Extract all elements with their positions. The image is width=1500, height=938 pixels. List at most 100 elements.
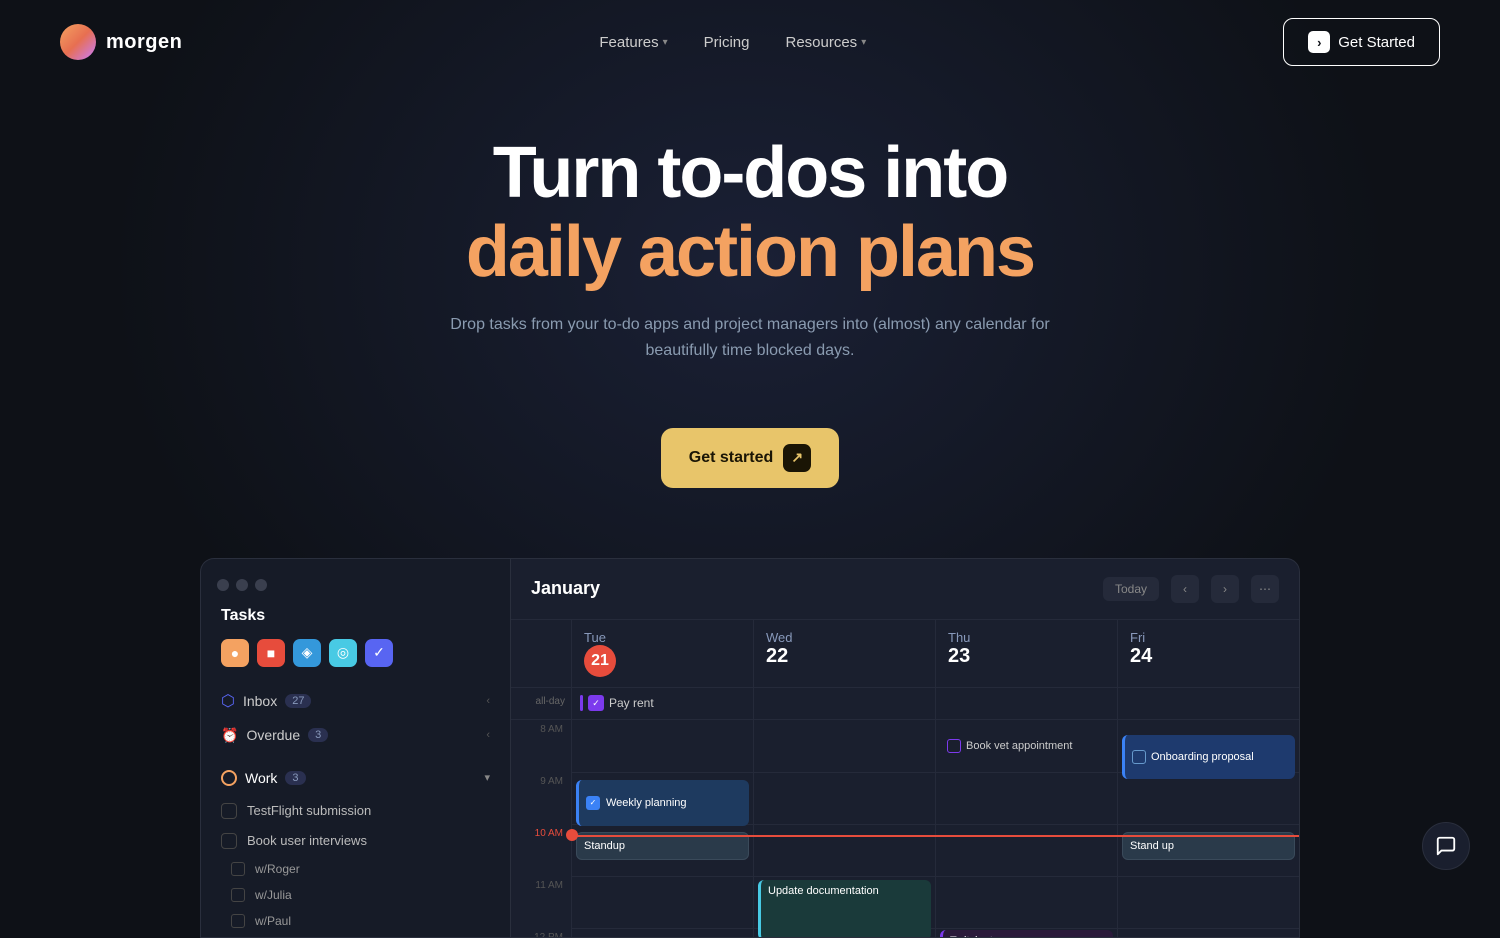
time-slots: 8 AM 9 AM 10 AM 11 AM 12 PM 1 PM	[511, 720, 571, 938]
allday-cell-tue: ✓ Pay rent	[571, 688, 753, 719]
time-col-header	[511, 620, 571, 687]
current-time-line	[571, 835, 1299, 837]
allday-label: all-day	[511, 688, 571, 719]
hour-line-3	[572, 876, 753, 877]
dot-green	[255, 579, 267, 591]
hour-line-thu-1	[936, 772, 1117, 773]
hour-line-1	[572, 772, 753, 773]
hour-line-wed-3	[754, 876, 935, 877]
inbox-icon: ⬡	[221, 691, 235, 711]
calendar-panel: January Today ‹ › ⋯ Tue 21 Wed 22 Thu 23…	[510, 558, 1300, 938]
event-twitch[interactable]: Twitch stream	[940, 930, 1113, 938]
chat-button[interactable]	[1422, 822, 1470, 870]
day-header-wed: Wed 22	[753, 620, 935, 687]
event-onboarding[interactable]: Onboarding proposal	[1122, 735, 1295, 779]
sub-checkbox-2[interactable]	[231, 888, 245, 902]
day-header-thu: Thu 23	[935, 620, 1117, 687]
get-started-button[interactable]: › Get Started	[1283, 18, 1440, 66]
cta-arrow-icon: ↗	[783, 444, 811, 472]
calendar-day-headers: Tue 21 Wed 22 Thu 23 Fri 24	[511, 620, 1299, 688]
sub-task-roger[interactable]: w/Roger	[221, 856, 490, 882]
time-11am: 11 AM	[511, 876, 571, 928]
hour-line-wed-1	[754, 772, 935, 773]
hero-title-line1: Turn to-dos into	[20, 134, 1480, 213]
task-item-interviews[interactable]: Book user interviews	[221, 826, 490, 856]
vet-checkbox-icon	[947, 739, 961, 753]
thursday-column: Book vet appointment Twitch stream	[935, 720, 1117, 938]
overdue-badge: 3	[308, 728, 328, 742]
nav-features[interactable]: Features ▾	[585, 26, 681, 59]
task-checkbox-2[interactable]	[221, 833, 237, 849]
window-controls	[201, 579, 510, 607]
sub-task-paul[interactable]: w/Paul	[221, 908, 490, 934]
work-circle-icon	[221, 770, 237, 786]
sub-checkbox-3[interactable]	[231, 914, 245, 928]
dot-red	[217, 579, 229, 591]
day-header-fri: Fri 24	[1117, 620, 1299, 687]
inbox-badge: 27	[285, 694, 311, 708]
hour-line-wed-2	[754, 824, 935, 825]
arrow-icon: ›	[1308, 31, 1330, 53]
event-weekly-planning[interactable]: ✓ Weekly planning	[576, 780, 749, 826]
allday-cell-wed	[753, 688, 935, 719]
tasks-panel-title: Tasks	[201, 607, 510, 639]
event-update-doc[interactable]: Update documentation	[758, 880, 931, 938]
resources-chevron-icon: ▾	[861, 37, 866, 48]
today-button[interactable]: Today	[1103, 577, 1159, 601]
nav-links: Features ▾ Pricing Resources ▾	[585, 26, 880, 59]
event-book-vet[interactable]: Book vet appointment	[940, 728, 1113, 764]
logo[interactable]: morgen	[60, 24, 182, 60]
next-button[interactable]: ›	[1211, 575, 1239, 603]
inbox-chevron: ‹	[486, 695, 490, 707]
hero-subtitle: Drop tasks from your to-do apps and proj…	[425, 312, 1075, 363]
hour-line-fri-3	[1118, 876, 1299, 877]
onboarding-check-icon	[1132, 750, 1146, 764]
nav-pricing[interactable]: Pricing	[690, 26, 764, 59]
brand-name: morgen	[106, 31, 182, 54]
inbox-header[interactable]: ⬡ Inbox 27 ‹	[221, 683, 490, 719]
task-item-testflight[interactable]: TestFlight submission	[221, 796, 490, 826]
hour-line-thu-3	[936, 876, 1117, 877]
calendar-month: January	[531, 578, 1091, 599]
wednesday-column: Update documentation	[753, 720, 935, 938]
hero-title-line2: daily action plans	[20, 213, 1480, 292]
time-10am: 10 AM	[511, 824, 571, 876]
hour-line-fri-2	[1118, 824, 1299, 825]
event-weekly-check-icon: ✓	[586, 796, 600, 810]
app-icon-2: ■	[257, 639, 285, 667]
app-icon-1: ●	[221, 639, 249, 667]
dot-yellow	[236, 579, 248, 591]
calendar-header: January Today ‹ › ⋯	[511, 559, 1299, 620]
work-header[interactable]: Work 3 ▾	[221, 760, 490, 796]
hour-line-4	[572, 928, 753, 929]
friday-column: Onboarding proposal Stand up	[1117, 720, 1299, 938]
overdue-chevron: ‹	[486, 729, 490, 741]
tasks-content: ⬡ Inbox 27 ‹ ⏰ Overdue 3 ‹ Work 3 ▾	[201, 683, 510, 934]
hour-line-thu-4	[936, 928, 1117, 929]
allday-cell-thu	[935, 688, 1117, 719]
time-12pm: 12 PM	[511, 928, 571, 938]
sub-task-julia[interactable]: w/Julia	[221, 882, 490, 908]
prev-button[interactable]: ‹	[1171, 575, 1199, 603]
tasks-panel: Tasks ● ■ ◈ ◎ ✓ ⬡ Inbox 27 ‹ ⏰ Overdue 3…	[200, 558, 510, 938]
task-checkbox-1[interactable]	[221, 803, 237, 819]
event-check-icon: ✓	[588, 695, 604, 711]
navbar: morgen Features ▾ Pricing Resources ▾ › …	[0, 0, 1500, 84]
allday-event-pay-rent[interactable]: ✓ Pay rent	[580, 695, 654, 711]
hero-cta-button[interactable]: Get started ↗	[661, 428, 839, 488]
more-button[interactable]: ⋯	[1251, 575, 1279, 603]
nav-resources[interactable]: Resources ▾	[771, 26, 880, 59]
overdue-icon: ⏰	[221, 727, 238, 744]
tuesday-column: ✓ Weekly planning Standup	[571, 720, 753, 938]
event-dot-icon	[580, 695, 583, 711]
hero-section: Turn to-dos into daily action plans Drop…	[0, 84, 1500, 518]
sub-checkbox-1[interactable]	[231, 862, 245, 876]
logo-icon	[60, 24, 96, 60]
day-header-tue: Tue 21	[571, 620, 753, 687]
work-expand-icon: ▾	[484, 771, 490, 784]
allday-cell-fri	[1117, 688, 1299, 719]
app-icons-row: ● ■ ◈ ◎ ✓	[201, 639, 510, 683]
overdue-header[interactable]: ⏰ Overdue 3 ‹	[221, 719, 490, 752]
features-chevron-icon: ▾	[663, 37, 668, 48]
hour-line-thu-2	[936, 824, 1117, 825]
